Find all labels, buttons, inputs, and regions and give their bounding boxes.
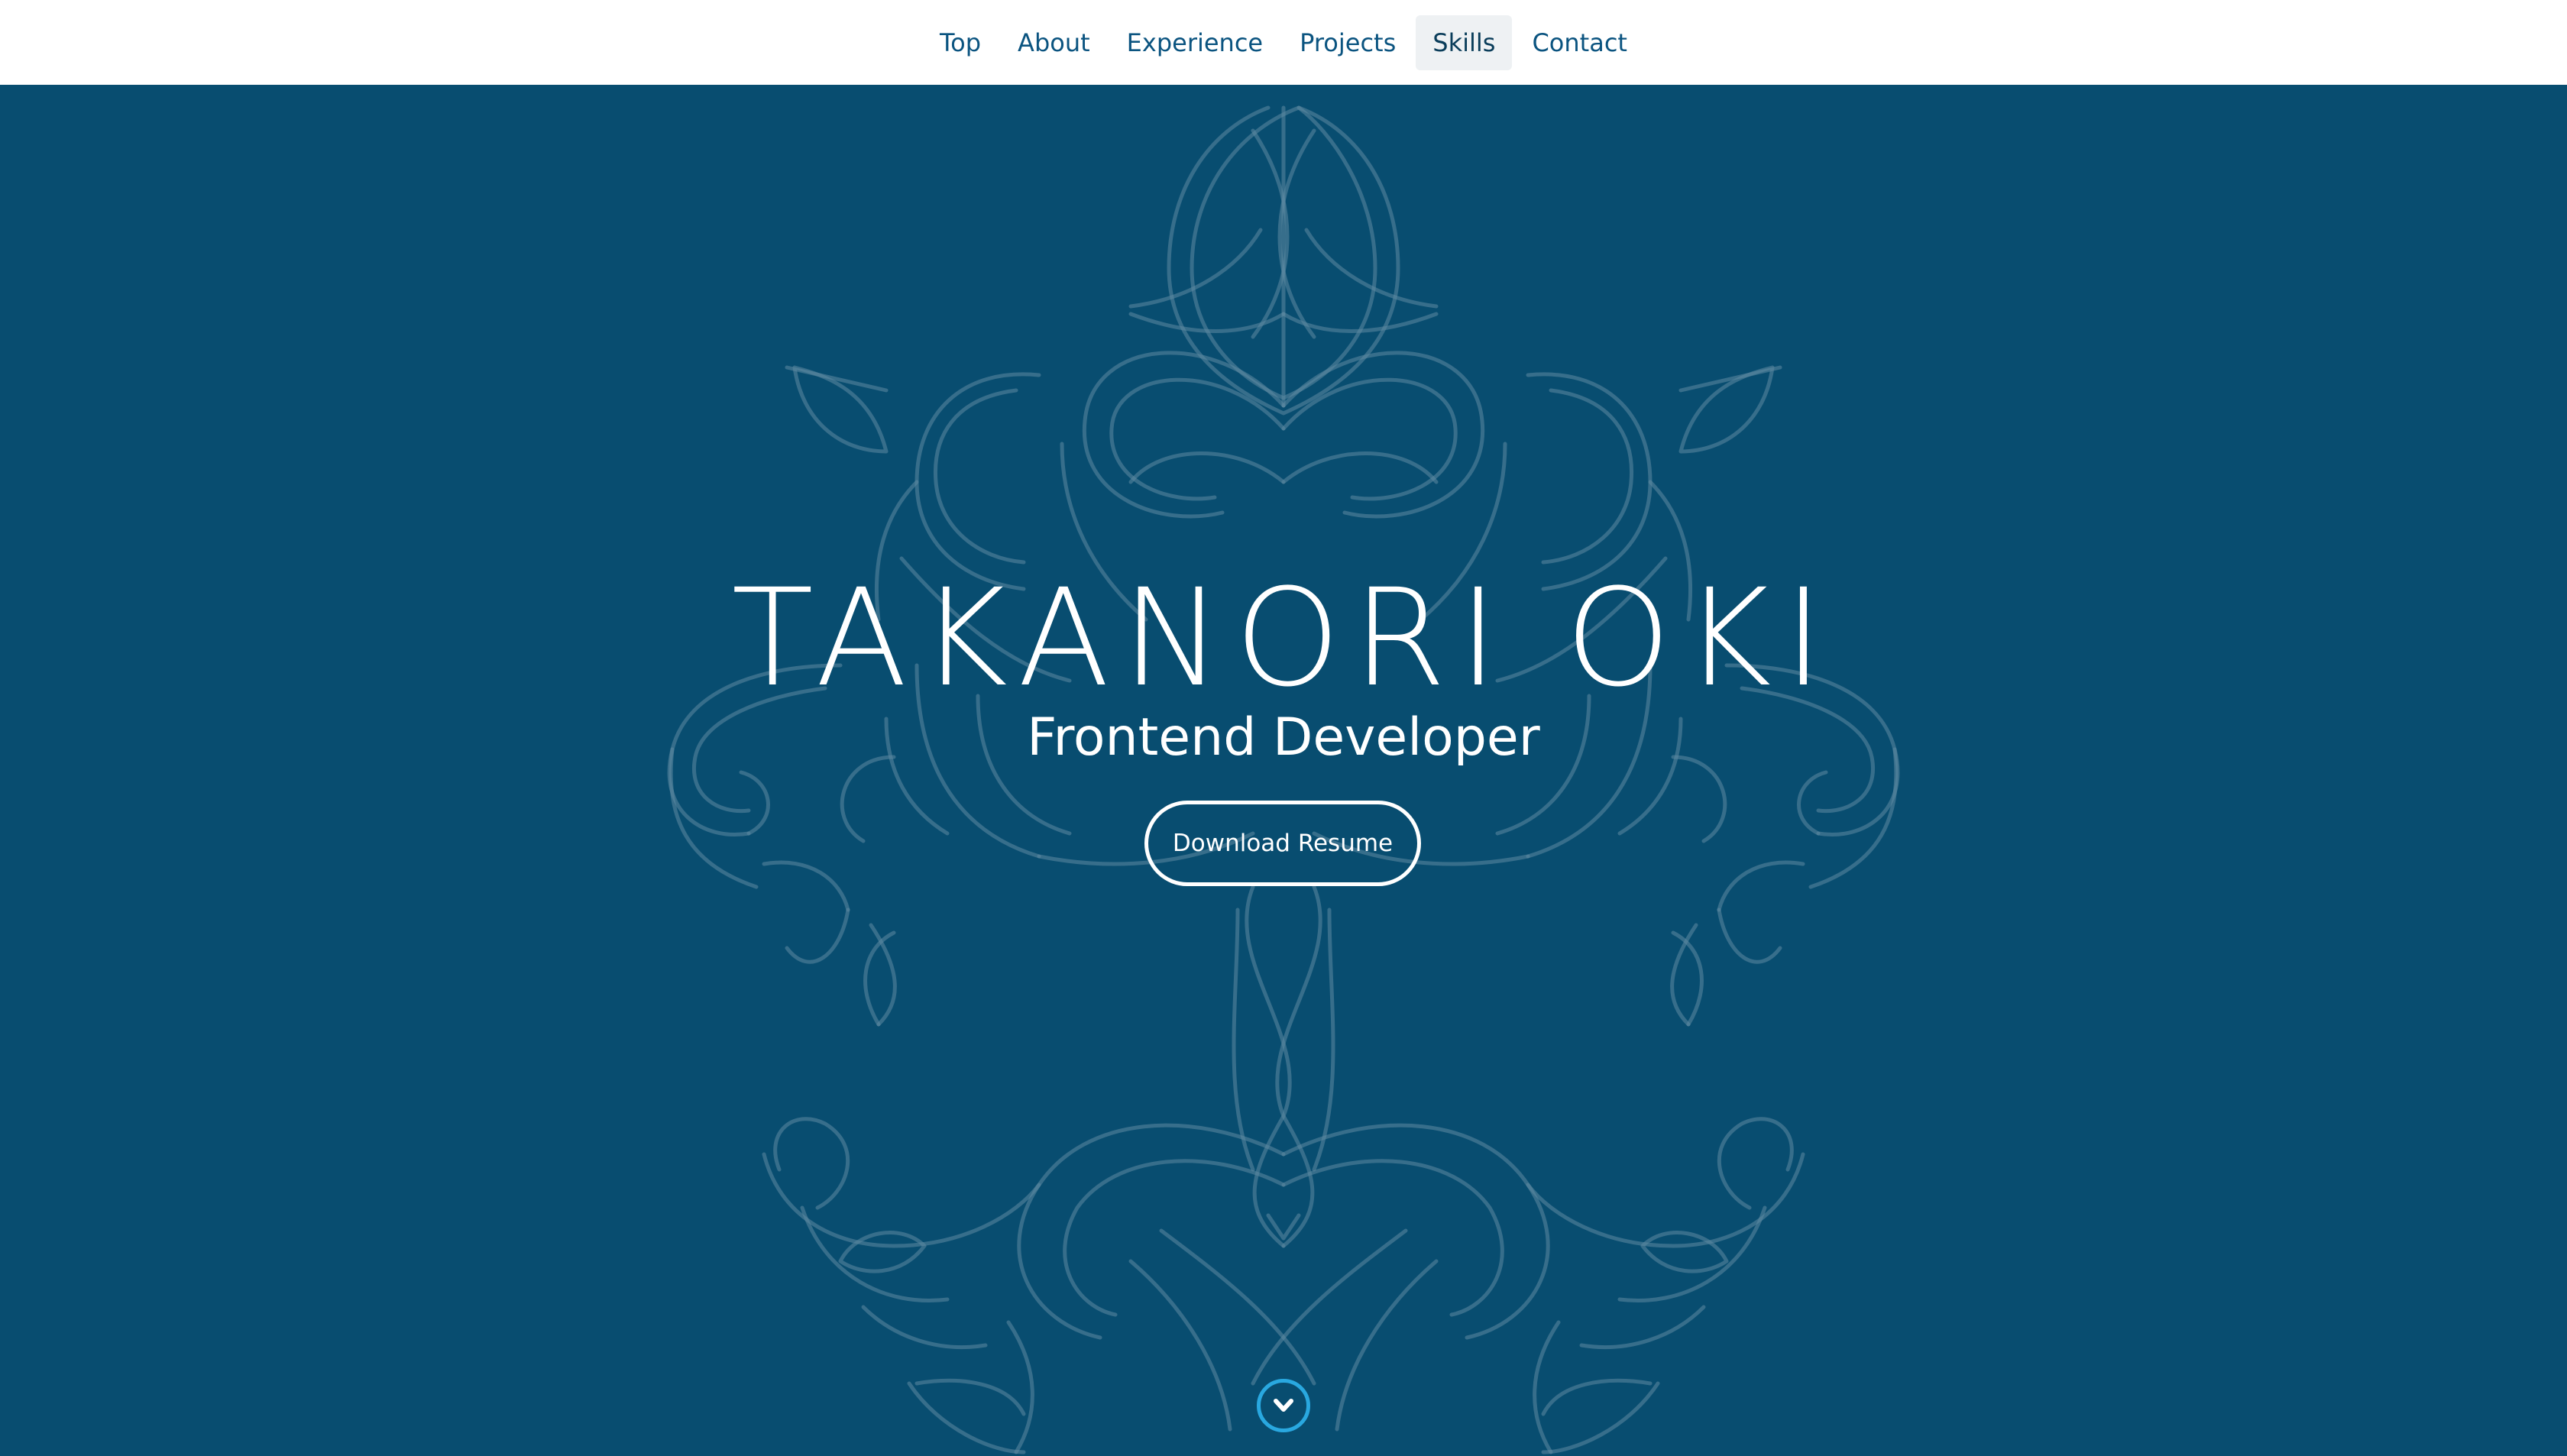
nav-item-skills[interactable]: Skills	[1416, 15, 1513, 70]
nav-item-experience[interactable]: Experience	[1110, 15, 1280, 70]
hero-name-title: TAKANORI OKI	[731, 560, 1836, 717]
download-resume-button[interactable]: Download Resume	[1144, 801, 1421, 886]
hero-subtitle: Frontend Developer	[1027, 707, 1540, 768]
nav-item-projects[interactable]: Projects	[1283, 15, 1413, 70]
nav-item-contact[interactable]: Contact	[1515, 15, 1644, 70]
top-navigation: Top About Experience Projects Skills Con…	[0, 0, 2567, 85]
scroll-down-button[interactable]	[1257, 1379, 1310, 1432]
nav-item-top[interactable]: Top	[923, 15, 998, 70]
chevron-down-icon	[1274, 1399, 1293, 1412]
hero-section: TAKANORI OKI Frontend Developer Download…	[0, 85, 2567, 1456]
nav-item-about[interactable]: About	[1001, 15, 1107, 70]
